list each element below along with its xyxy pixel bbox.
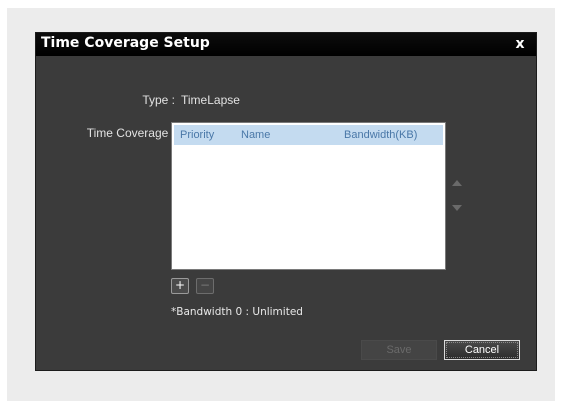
bandwidth-note: *Bandwidth 0 : Unlimited: [171, 306, 303, 318]
close-icon[interactable]: x: [512, 35, 528, 53]
cancel-button[interactable]: Cancel: [444, 340, 520, 360]
column-header-priority[interactable]: Priority: [180, 129, 214, 141]
time-coverage-table[interactable]: Priority Name Bandwidth(KB): [171, 122, 446, 270]
time-coverage-dialog: Time Coverage Setup x Type : TimeLapse T…: [35, 32, 537, 371]
cancel-button-label: Cancel: [446, 342, 518, 358]
save-button[interactable]: Save: [361, 340, 437, 360]
title-bar: Time Coverage Setup x: [36, 33, 536, 56]
move-up-icon[interactable]: [452, 180, 462, 186]
type-value: TimeLapse: [181, 93, 240, 107]
move-down-icon[interactable]: [452, 205, 462, 211]
dialog-title: Time Coverage Setup: [41, 35, 210, 51]
time-coverage-label: Time Coverage :: [86, 126, 175, 140]
add-button[interactable]: +: [171, 278, 189, 294]
type-label: Type :: [142, 93, 175, 107]
remove-button[interactable]: −: [196, 278, 214, 294]
table-header: Priority Name Bandwidth(KB): [174, 125, 443, 145]
column-header-bandwidth[interactable]: Bandwidth(KB): [344, 129, 417, 141]
column-header-name[interactable]: Name: [241, 129, 270, 141]
